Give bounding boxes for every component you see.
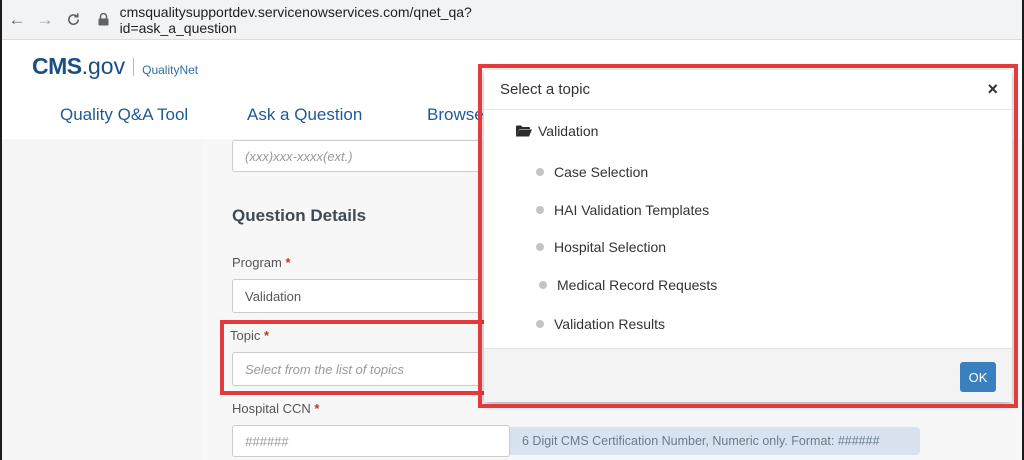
forward-arrow-icon[interactable]: → [32,7,58,33]
program-select[interactable]: Validation [232,279,482,313]
lock-icon [96,12,112,28]
nav-browse[interactable]: Browse [427,105,484,125]
url-text: cmsqualitysupportdev.servicenowservices.… [119,3,472,36]
hospital-ccn-label: Hospital CCN * [232,401,319,416]
ccn-format-hint: 6 Digit CMS Certification Number, Numeri… [510,427,920,455]
program-label: Program * [232,255,291,270]
logo-qualitynet-text: QualityNet [142,63,199,77]
program-label-text: Program [232,255,282,270]
modal-highlight-box [478,64,1018,408]
required-marker: * [285,255,291,270]
hospital-ccn-label-text: Hospital CCN [232,401,311,416]
address-bar[interactable]: cmsqualitysupportdev.servicenowservices.… [96,3,576,36]
question-details-heading: Question Details [232,206,367,225]
hospital-ccn-input[interactable]: ###### [232,425,510,457]
topic-highlight-box [220,320,496,395]
left-sidebar [2,139,202,460]
browser-toolbar: ← → cmsqualitysupportdev.servicenowservi… [2,0,1022,40]
reload-icon[interactable] [60,7,86,33]
phone-field[interactable]: (xxx)xxx-xxxx(ext.) [232,140,482,172]
logo-gov-text: .gov [81,53,126,79]
logo-divider [133,57,135,76]
required-marker: * [314,401,320,416]
nav-ask-a-question[interactable]: Ask a Question [247,105,362,125]
cms-logo[interactable]: CMS .gov QualityNet [32,53,198,80]
back-arrow-icon[interactable]: ← [4,7,30,33]
logo-cms-text: CMS [32,53,82,79]
nav-quality-qa-tool[interactable]: Quality Q&A Tool [60,105,188,125]
